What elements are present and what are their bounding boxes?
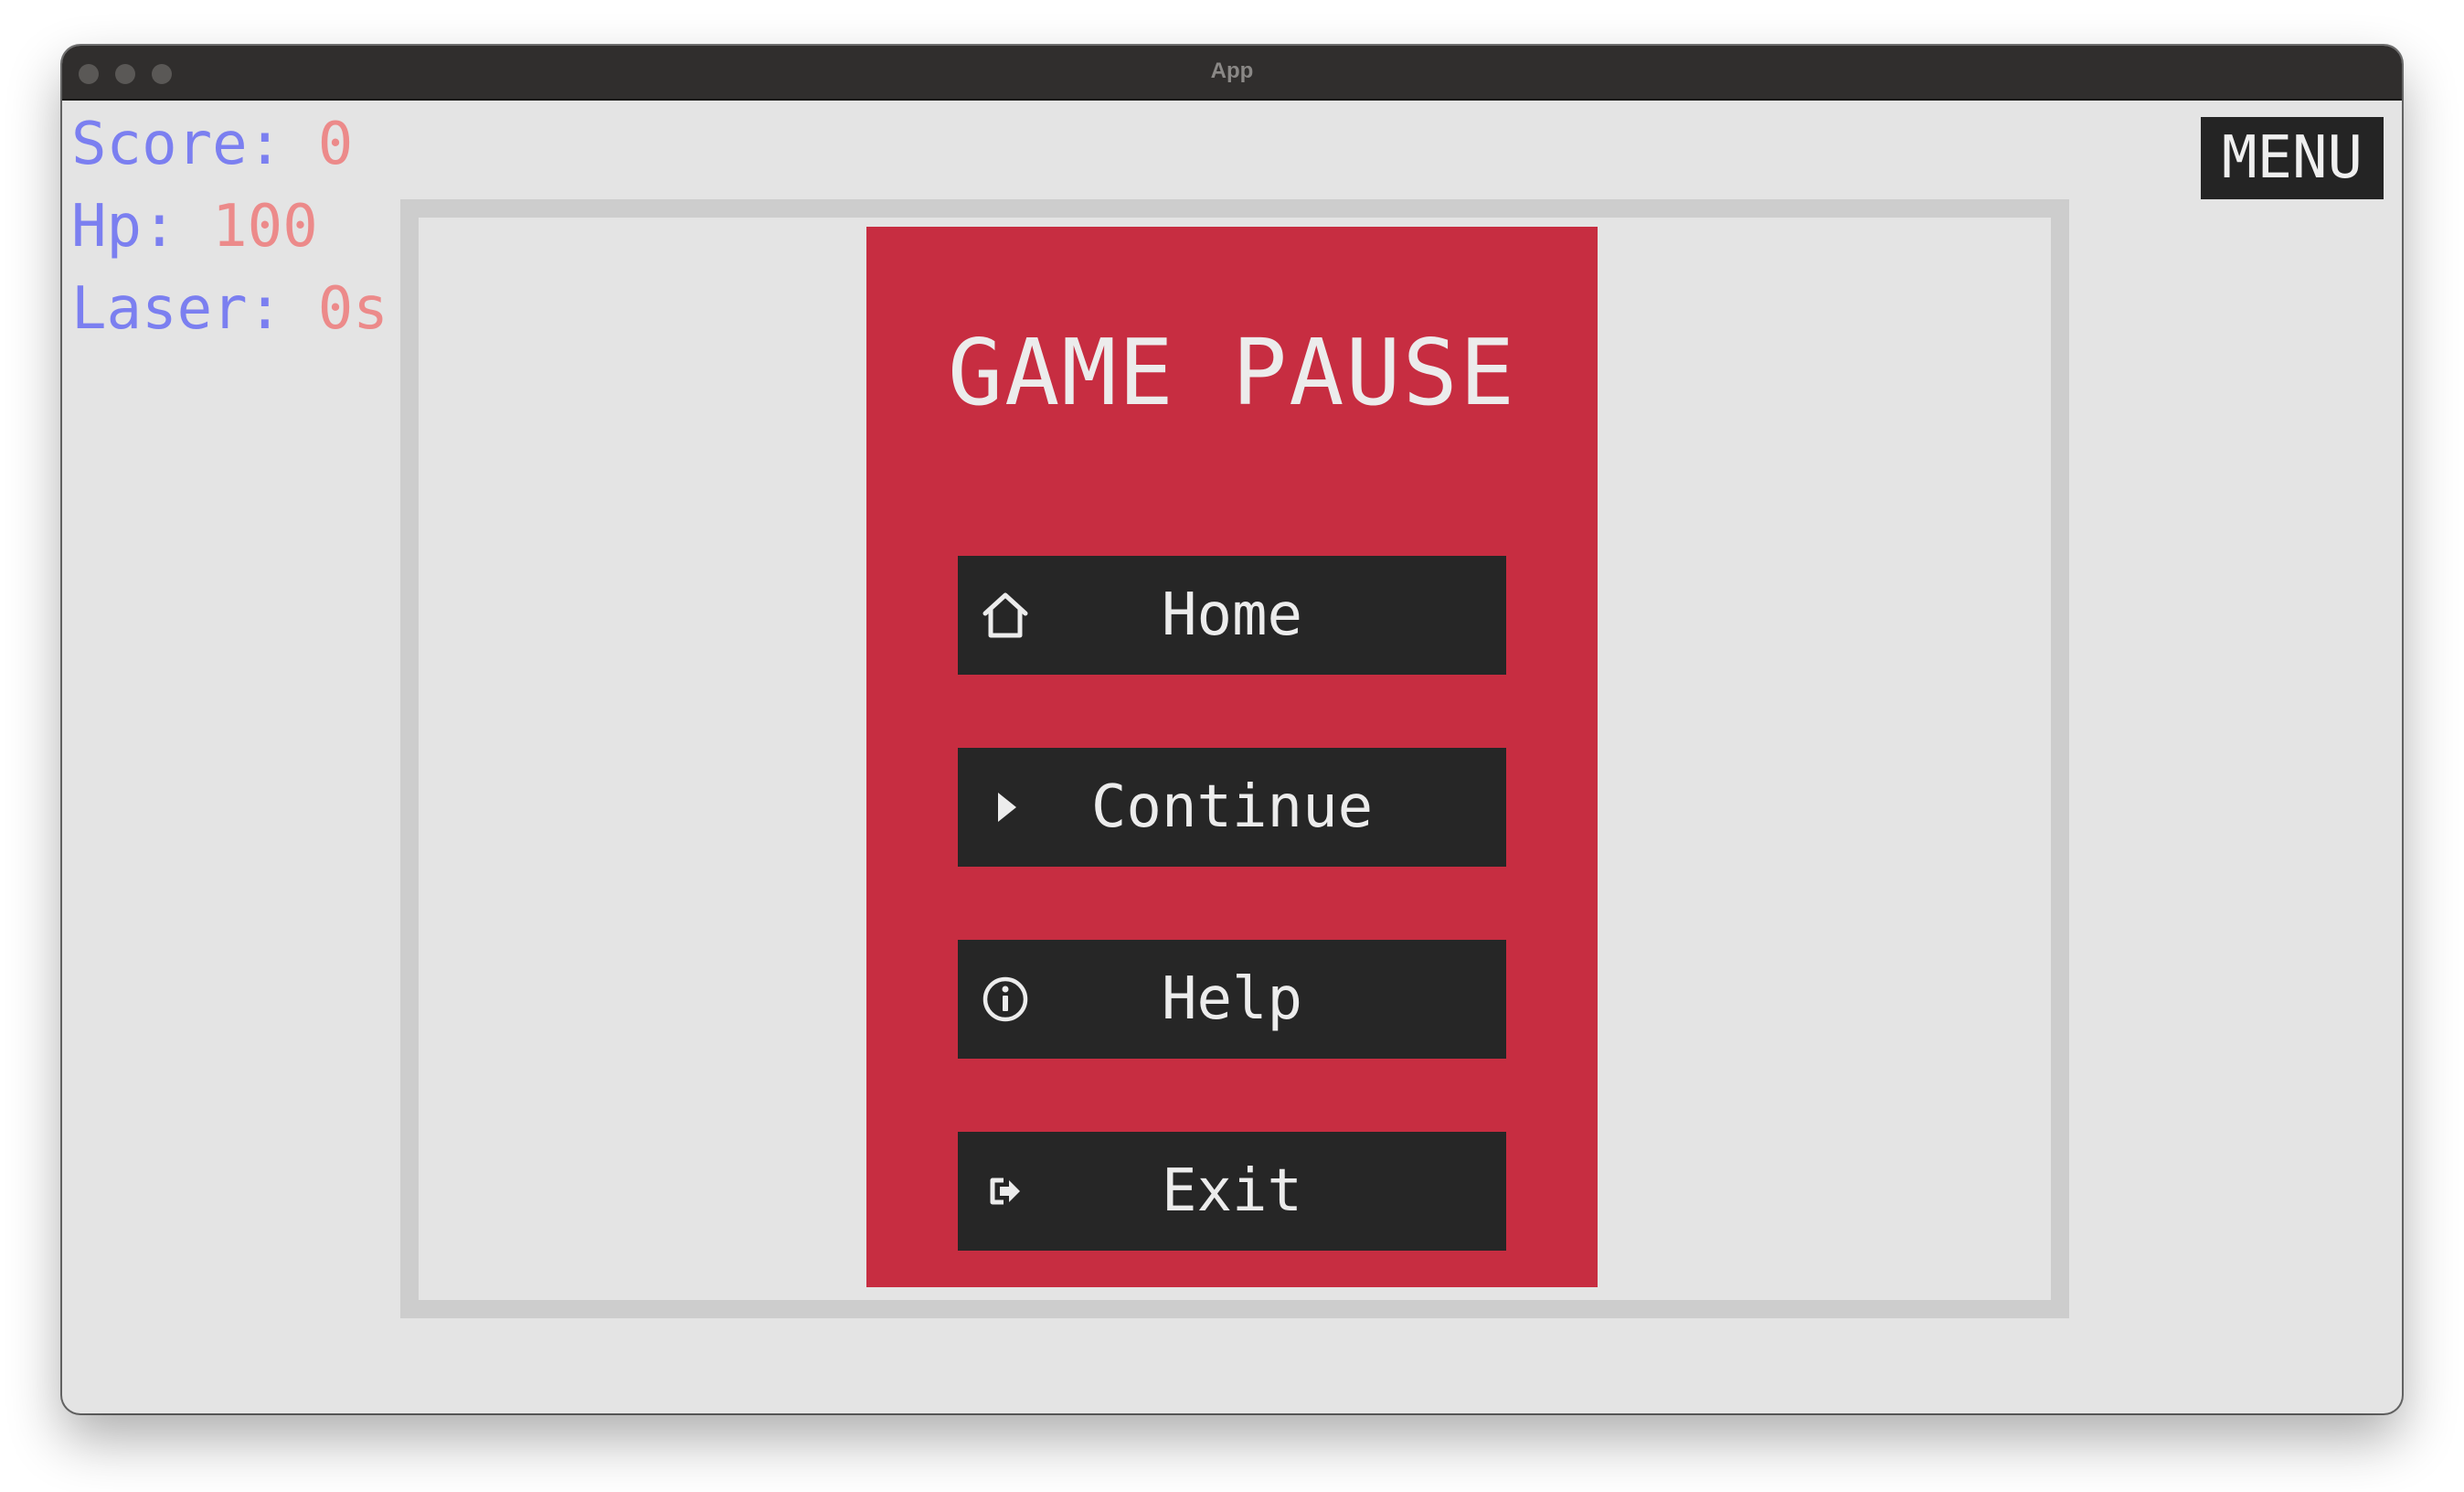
home-button-label: Home [1161, 581, 1303, 649]
title-bar: App [62, 46, 2402, 101]
continue-button-label: Continue [1090, 773, 1374, 841]
exit-button[interactable]: Exit [958, 1132, 1506, 1251]
hp-label: Hp: [71, 193, 177, 261]
help-button[interactable]: Help [958, 940, 1506, 1059]
menu-button[interactable]: MENU [2201, 117, 2384, 199]
help-button-label: Help [1161, 965, 1303, 1033]
score-label: Score: [71, 111, 283, 178]
score-readout: Score: 0 [71, 115, 353, 174]
laser-value: 0s [317, 275, 388, 343]
laser-label: Laser: [71, 275, 283, 343]
hp-value: 100 [212, 193, 318, 261]
exit-button-label: Exit [1161, 1157, 1303, 1225]
continue-button[interactable]: Continue [958, 748, 1506, 867]
home-button[interactable]: Home [958, 556, 1506, 675]
window-title: App [1210, 59, 1254, 83]
score-value: 0 [317, 111, 354, 178]
app-window: App Score: 0 Hp: 100 Laser: 0s MENU GAME… [62, 46, 2402, 1413]
pause-title: GAME PAUSE [947, 319, 1517, 426]
hp-readout: Hp: 100 [71, 197, 318, 256]
pause-dialog: GAME PAUSE Home Continue Help Exit [866, 227, 1598, 1287]
laser-readout: Laser: 0s [71, 280, 388, 338]
